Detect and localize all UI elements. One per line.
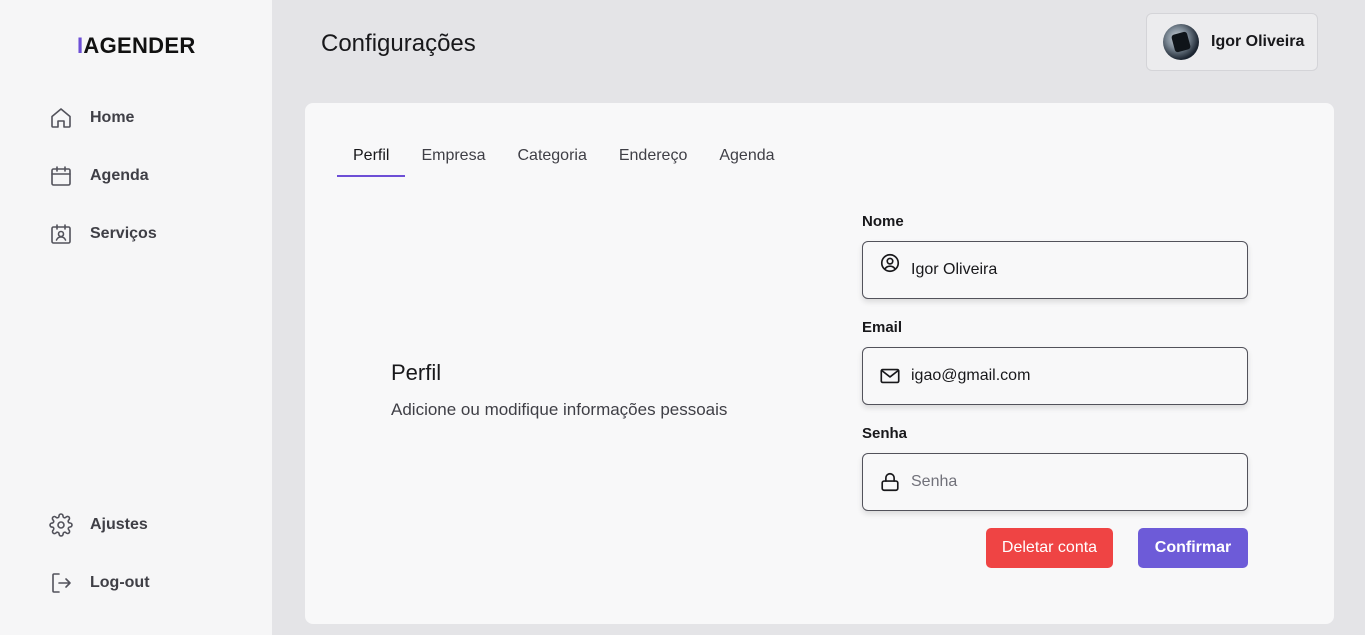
confirm-button[interactable]: Confirmar bbox=[1138, 528, 1248, 568]
password-field bbox=[862, 453, 1248, 511]
sidebar-item-label: Serviços bbox=[90, 225, 157, 242]
avatar bbox=[1163, 24, 1199, 60]
password-input[interactable] bbox=[911, 473, 1231, 491]
gear-icon bbox=[49, 513, 73, 537]
email-input[interactable] bbox=[911, 367, 1231, 385]
sidebar-item-label: Ajustes bbox=[90, 516, 148, 533]
tab-categoria[interactable]: Categoria bbox=[501, 147, 602, 177]
user-name: Igor Oliveira bbox=[1211, 33, 1305, 50]
tab-agenda[interactable]: Agenda bbox=[703, 147, 790, 177]
tab-perfil[interactable]: Perfil bbox=[337, 147, 406, 177]
section-title: Perfil bbox=[391, 360, 442, 385]
email-field bbox=[862, 347, 1248, 405]
tab-empresa[interactable]: Empresa bbox=[405, 147, 501, 177]
calendar-icon bbox=[51, 166, 71, 186]
mail-icon bbox=[880, 368, 900, 384]
name-input[interactable] bbox=[911, 261, 1231, 279]
page-title: Configurações bbox=[321, 30, 476, 57]
sidebar-item-ajustes[interactable]: Ajustes bbox=[49, 512, 148, 538]
user-profile-button[interactable]: Igor Oliveira bbox=[1146, 13, 1318, 71]
home-icon bbox=[51, 108, 71, 128]
name-field bbox=[862, 241, 1248, 299]
lock-icon bbox=[881, 472, 899, 492]
password-label: Senha bbox=[862, 425, 908, 442]
sidebar-item-agenda[interactable]: Agenda bbox=[49, 163, 149, 189]
settings-card: Perfil Empresa Categoria Endereço Agenda… bbox=[305, 103, 1334, 624]
sidebar-item-label: Home bbox=[90, 109, 135, 126]
sidebar-item-home[interactable]: Home bbox=[49, 105, 134, 131]
id-badge-icon bbox=[51, 224, 71, 244]
sidebar-item-logout[interactable]: Log-out bbox=[49, 570, 150, 596]
name-label: Nome bbox=[862, 213, 904, 230]
sidebar: IAGENDER Home Agenda Serviços Ajustes Lo… bbox=[0, 0, 272, 635]
user-circle-icon bbox=[880, 253, 900, 273]
delete-account-button[interactable]: Deletar conta bbox=[986, 528, 1113, 568]
sidebar-item-label: Agenda bbox=[90, 167, 149, 184]
tab-endereco[interactable]: Endereço bbox=[603, 147, 704, 177]
logout-icon bbox=[52, 573, 71, 593]
section-description: Adicione ou modifique informações pessoa… bbox=[391, 400, 728, 419]
sidebar-item-label: Log-out bbox=[90, 574, 150, 591]
settings-tabs: Perfil Empresa Categoria Endereço Agenda bbox=[337, 147, 791, 177]
app-logo[interactable]: IAGENDER bbox=[77, 33, 196, 59]
email-label: Email bbox=[862, 319, 903, 336]
sidebar-item-servicos[interactable]: Serviços bbox=[49, 221, 157, 247]
